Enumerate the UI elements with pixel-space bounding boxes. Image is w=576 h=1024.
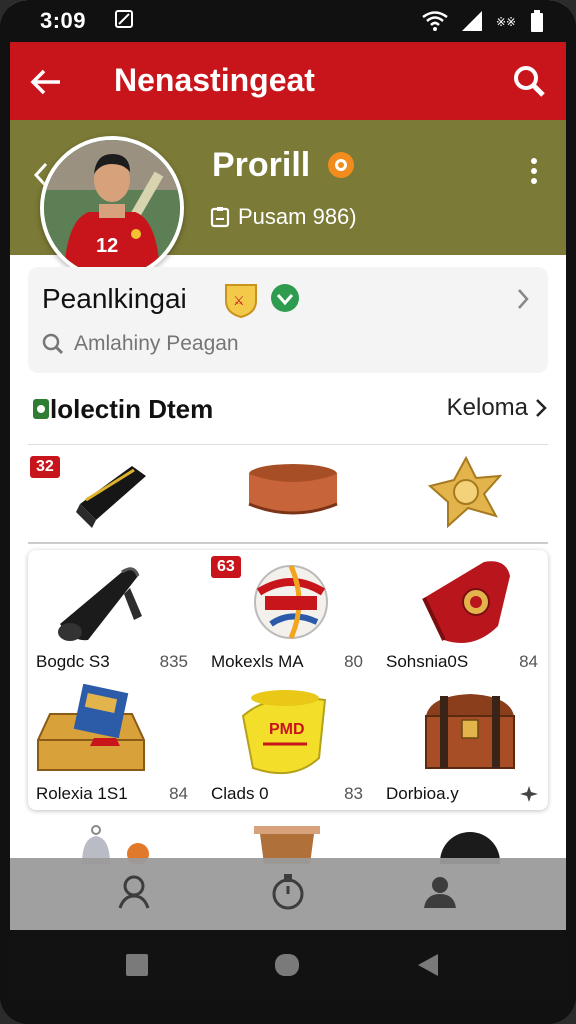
search-small-icon (42, 333, 64, 355)
signal-icon (462, 11, 482, 31)
item-name: Mokexls MA (211, 652, 304, 671)
book-box-item-image (37, 684, 145, 771)
data-icon: ※ ※ (496, 15, 516, 29)
medal-item-image[interactable] (426, 456, 506, 530)
system-nav-bar (10, 930, 566, 1000)
shield-badge-icon: ⚔ (225, 284, 257, 319)
count-badge: 63 (211, 556, 241, 578)
grid-item[interactable]: Sohsnia0S 84 (378, 550, 548, 678)
status-icons: ※ ※ (422, 10, 544, 32)
item-price: 84 (519, 652, 538, 671)
item-name: Bogdc S3 (36, 652, 110, 671)
check-badge-icon (271, 284, 299, 312)
count-badge: 32 (30, 456, 60, 478)
horn-item-image (58, 567, 142, 641)
grid-item[interactable]: Rolexia 1S1 84 (28, 682, 198, 810)
home-target-icon[interactable] (268, 872, 308, 912)
back-arrow-icon[interactable] (28, 64, 64, 100)
search-input[interactable] (74, 332, 494, 356)
collection-icon (33, 399, 49, 419)
back-triangle-icon[interactable] (416, 952, 442, 978)
item-price: 83 (344, 784, 363, 803)
armband-item-image[interactable] (72, 454, 168, 534)
item-name: Clads 0 (211, 784, 269, 803)
app-bar: Nenastingeat (10, 42, 566, 120)
chevron-right-icon[interactable] (516, 287, 530, 311)
belt-item-image[interactable] (238, 460, 348, 524)
card-icon (210, 207, 230, 228)
search-card-title: Peanlkingai (42, 283, 187, 314)
collection-grid: Bogdc S3 835 63 Mokexls MA 80 Sohsnia0S (28, 550, 548, 810)
edit-icon (115, 10, 133, 28)
see-all-link[interactable]: Keloma (447, 394, 548, 422)
recent-apps-icon[interactable] (124, 952, 150, 978)
item-name: Rolexia 1S1 (36, 784, 128, 803)
partial-items-row (28, 820, 548, 864)
section-heading: lolectin Dtem Keloma (28, 390, 548, 434)
avatar[interactable]: 12 (40, 136, 184, 280)
diamond-icon (520, 786, 538, 802)
grid-item[interactable]: Dorbioa.y (378, 682, 548, 810)
battery-icon (531, 10, 543, 32)
search-icon[interactable] (512, 64, 546, 98)
search-field[interactable] (42, 327, 522, 361)
orange-badge-icon (328, 152, 354, 178)
profile-header: 12 Prorill Pusam 986) (10, 120, 566, 280)
grid-item[interactable]: PMD Clads 0 83 (203, 682, 373, 810)
ball-item-image (254, 564, 328, 640)
profile-name: Prorill (212, 146, 311, 184)
status-bar: 3:09 ※ ※ (10, 0, 566, 42)
jersey-number: 12 (96, 235, 118, 257)
chevron-right-icon (536, 399, 547, 417)
status-time: 3:09 (40, 8, 87, 33)
item-name: Dorbioa.y (386, 784, 459, 803)
more-vertical-icon[interactable] (528, 156, 540, 186)
svg-text:※: ※ (496, 15, 506, 29)
sticker-text: PMD (269, 721, 305, 738)
see-all-label: Keloma (446, 394, 528, 421)
chest-item-image (425, 694, 515, 769)
grid-item[interactable]: Bogdc S3 835 (28, 550, 198, 678)
section-title: lolectin Dtem (50, 394, 214, 424)
wifi-icon (422, 11, 448, 31)
screen: 3:09 ※ ※ Nenastingeat 12 Prorill Pusam 9… (10, 0, 566, 1000)
profile-icon[interactable] (420, 872, 460, 912)
home-icon[interactable] (274, 952, 300, 978)
hat-item-image (422, 561, 510, 643)
grid-item[interactable]: 63 Mokexls MA 80 (203, 550, 373, 678)
svg-text:⚔: ⚔ (233, 294, 245, 309)
divider (28, 542, 548, 544)
profile-subtitle: Pusam 986) (210, 204, 357, 230)
featured-row: 32 (28, 450, 548, 540)
divider (28, 444, 548, 445)
item-price: 84 (169, 784, 188, 803)
item-name: Sohsnia0S (386, 652, 469, 671)
svg-text:※: ※ (506, 15, 516, 29)
sticker-can-item-image: PMD (241, 690, 327, 775)
phone-frame: 3:09 ※ ※ Nenastingeat 12 Prorill Pusam 9… (0, 0, 576, 1024)
item-price: 835 (159, 652, 188, 671)
item-price: 80 (344, 652, 363, 671)
profile-subtitle-text: Pusam 986) (238, 204, 357, 229)
app-title: Nenastingeat (114, 62, 315, 98)
search-card[interactable]: Peanlkingai ⚔ (28, 267, 548, 373)
avatar-image: 12 (44, 140, 180, 276)
bottom-nav (10, 858, 566, 930)
search-person-icon[interactable] (116, 872, 156, 912)
